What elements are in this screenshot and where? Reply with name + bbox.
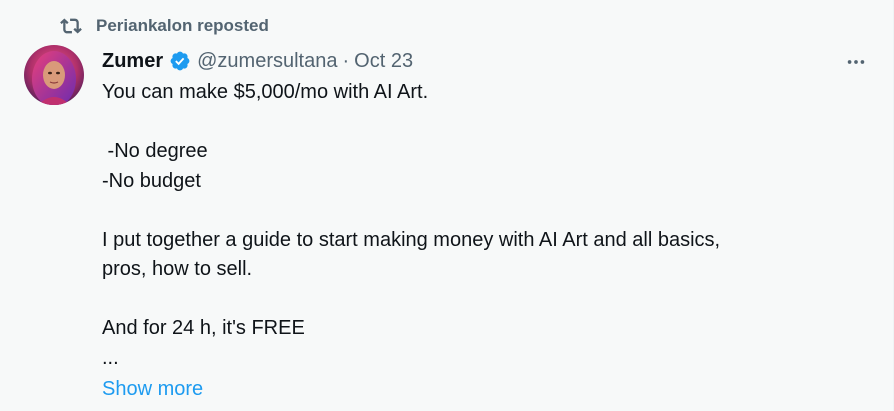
tweet-card[interactable]: Periankalon reposted Zumer @zumersultana…: [0, 0, 894, 411]
tweet-line: You can make $5,000/mo with AI Art.: [102, 81, 429, 103]
avatar[interactable]: [24, 45, 84, 105]
author-name[interactable]: Zumer: [102, 50, 163, 73]
author-handle[interactable]: @zumersultana: [197, 50, 337, 73]
more-options-icon[interactable]: [841, 50, 871, 74]
repost-icon: [60, 15, 82, 37]
verified-badge-icon[interactable]: [169, 50, 191, 72]
tweet-line: -No budget: [102, 169, 201, 192]
tweet-line: pros, how to sell.: [102, 258, 253, 280]
tweet-header: Zumer @zumersultana · Oct 23: [102, 47, 413, 75]
tweet-line: I put together a guide to start making m…: [102, 228, 721, 251]
show-more-link[interactable]: Show more: [102, 378, 203, 401]
repost-indicator[interactable]: Periankalon reposted: [60, 14, 269, 38]
tweet-line: And for 24 h, it's FREE: [102, 317, 305, 339]
separator-dot: ·: [342, 49, 350, 72]
tweet-line: ...: [102, 346, 119, 369]
tweet-date[interactable]: Oct 23: [354, 50, 413, 73]
repost-text: Periankalon reposted: [96, 16, 269, 35]
tweet-line: -No degree: [102, 140, 208, 162]
tweet-text: You can make $5,000/mo with AI Art. -No …: [102, 78, 862, 373]
